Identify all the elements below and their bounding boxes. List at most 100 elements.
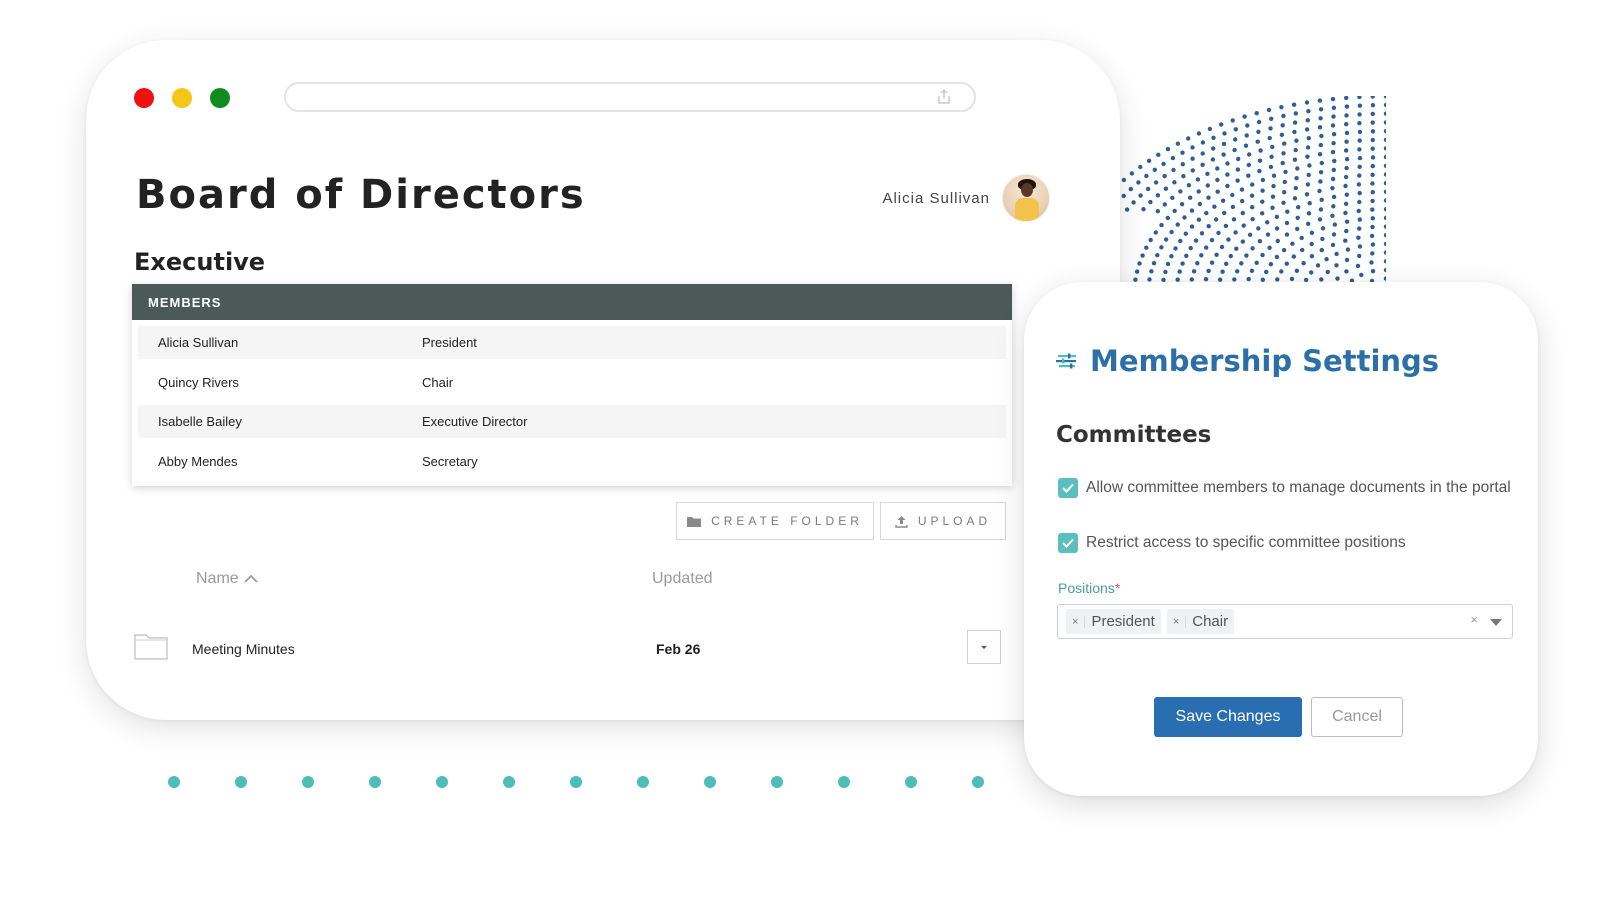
decorative-dot (1144, 173, 1149, 179)
table-row[interactable]: Alicia Sullivan President (138, 326, 1006, 359)
decorative-dot (1344, 269, 1349, 274)
file-name[interactable]: Meeting Minutes (192, 641, 295, 657)
clear-selection-icon[interactable]: × (1470, 612, 1478, 627)
decorative-dot (1204, 245, 1209, 250)
decorative-dot (1163, 237, 1169, 242)
decorative-dot (1162, 173, 1167, 179)
option-manage-documents[interactable]: Allow committee members to manage docume… (1058, 476, 1518, 499)
member-role: Chair (422, 374, 454, 390)
decorative-dot (1335, 276, 1340, 281)
decorative-dot (1357, 253, 1362, 259)
decorative-dot (1175, 222, 1180, 227)
decorative-dot (1330, 123, 1336, 128)
decorative-dot (1163, 269, 1168, 275)
decorative-dot (1304, 192, 1310, 197)
create-folder-button[interactable]: CREATE FOLDER (676, 502, 874, 540)
decorative-dot (1370, 181, 1375, 186)
membership-settings-panel: Membership Settings Committees Allow com… (1024, 282, 1538, 796)
decorative-dot (1196, 217, 1202, 222)
decorative-dot (1161, 161, 1166, 167)
checkbox-checked[interactable] (1058, 533, 1078, 553)
decorative-dot (1188, 195, 1193, 200)
decorative-dot (1235, 167, 1241, 172)
decorative-dot (1383, 250, 1386, 255)
decorative-dot (1320, 236, 1325, 242)
decorative-dot (1250, 246, 1255, 251)
row-actions-dropdown[interactable] (967, 630, 1001, 664)
folder-icon (687, 516, 702, 527)
decorative-dot (1357, 173, 1362, 178)
maximize-window-button[interactable] (210, 88, 230, 108)
decorative-dot (1191, 269, 1197, 274)
decorative-dot (1292, 129, 1297, 135)
decorative-dot (1260, 177, 1266, 183)
cancel-button[interactable]: Cancel (1311, 697, 1403, 737)
checkbox-checked[interactable] (1058, 478, 1078, 498)
decorative-dot (1145, 186, 1151, 192)
decorative-dot (1345, 247, 1351, 252)
decorative-dot (1239, 187, 1245, 192)
table-row[interactable]: Quincy Rivers Chair (138, 366, 1006, 399)
table-row[interactable]: Abby Mendes Secretary (138, 445, 1006, 478)
decorative-dot (771, 776, 783, 788)
decorative-dot (1383, 241, 1386, 247)
column-header-updated[interactable]: Updated (652, 570, 713, 588)
save-changes-button[interactable]: Save Changes (1154, 697, 1302, 737)
create-folder-label: CREATE FOLDER (711, 514, 863, 528)
avatar[interactable] (1002, 174, 1050, 222)
column-header-name[interactable]: Name (196, 570, 259, 588)
decorative-dot (1230, 204, 1236, 210)
decorative-dot (1153, 230, 1158, 235)
decorative-dot (1159, 245, 1164, 250)
remove-chip-button[interactable]: × (1066, 615, 1086, 628)
decorative-dot (1228, 253, 1233, 259)
decorative-dot (1137, 261, 1142, 266)
decorative-dot (1236, 156, 1241, 162)
decorative-dot (1260, 188, 1265, 193)
decorative-dot (1274, 214, 1280, 219)
decorative-dot (1221, 141, 1227, 147)
upload-button[interactable]: UPLOAD (880, 502, 1006, 540)
decorative-dot (1305, 154, 1310, 159)
decorative-dot (1383, 172, 1386, 177)
table-row[interactable]: Isabelle Bailey Executive Director (138, 405, 1006, 438)
option-restrict-positions[interactable]: Restrict access to specific committee po… (1058, 531, 1518, 554)
decorative-dot (1370, 198, 1375, 204)
share-icon[interactable] (936, 89, 952, 105)
decorative-dot (1271, 183, 1276, 189)
decorative-dot (1250, 205, 1255, 210)
member-name: Alicia Sullivan (158, 335, 239, 350)
decorative-dot (1169, 229, 1174, 235)
close-window-button[interactable] (134, 88, 154, 108)
decorative-dot (1370, 216, 1375, 221)
decorative-dot (1306, 211, 1312, 216)
minimize-window-button[interactable] (172, 88, 192, 108)
browser-window: Board of Directors Alicia Sullivan Execu… (86, 40, 1120, 720)
decorative-dot (302, 776, 314, 788)
decorative-dot (1215, 166, 1220, 171)
decorative-dot (1225, 183, 1230, 189)
decorative-dot (1343, 174, 1349, 180)
decorative-dot (1267, 135, 1272, 141)
decorative-dot (1281, 200, 1286, 205)
decorative-dot (1256, 226, 1261, 231)
decorative-dot (1357, 199, 1362, 205)
decorative-dot (1318, 207, 1324, 212)
members-rows: Alicia Sullivan President Quincy Rivers Cha… (132, 320, 1012, 478)
decorative-dot (1383, 181, 1386, 186)
remove-chip-button[interactable]: × (1167, 615, 1187, 628)
decorative-dot (1357, 96, 1362, 100)
decorative-dot (1383, 163, 1386, 168)
address-bar[interactable] (284, 82, 976, 112)
decorative-dot (1257, 239, 1263, 244)
decorative-dot (1200, 140, 1206, 145)
positions-multiselect[interactable]: × President × Chair × (1057, 604, 1513, 639)
decorative-dot (1189, 208, 1195, 213)
decorative-dot (1233, 137, 1238, 142)
dropdown-caret-icon[interactable] (1490, 619, 1502, 626)
decorative-dot (1383, 233, 1386, 238)
decorative-dot (1370, 155, 1376, 160)
decorative-dot (1383, 102, 1386, 108)
user-profile[interactable]: Alicia Sullivan (882, 174, 1050, 222)
positions-label-text: Positions (1058, 580, 1115, 596)
